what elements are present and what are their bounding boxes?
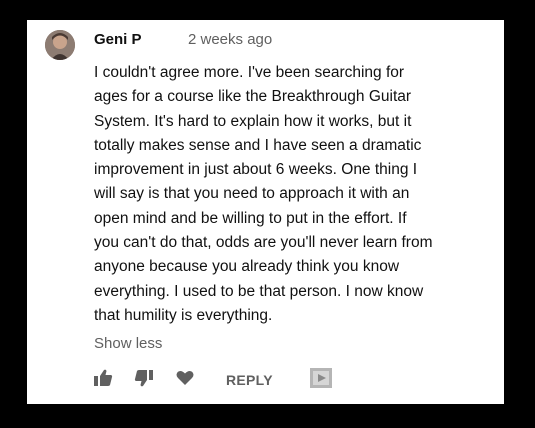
thumbs-down-icon <box>134 369 154 392</box>
reply-button[interactable]: REPLY <box>226 369 273 391</box>
creator-heart-button[interactable] <box>309 367 333 394</box>
comment-text: I couldn't agree more. I've been searchi… <box>94 64 433 324</box>
avatar[interactable] <box>45 30 75 60</box>
thumbs-up-icon <box>93 369 113 392</box>
dislike-button[interactable] <box>133 369 155 391</box>
comment-author[interactable]: Geni P <box>94 30 142 50</box>
heart-button[interactable] <box>174 369 196 391</box>
show-less-button[interactable]: Show less <box>94 334 162 354</box>
creator-heart-icon <box>309 367 333 394</box>
like-button[interactable] <box>92 369 114 391</box>
comment-timestamp[interactable]: 2 weeks ago <box>188 30 272 50</box>
heart-icon <box>176 370 194 391</box>
